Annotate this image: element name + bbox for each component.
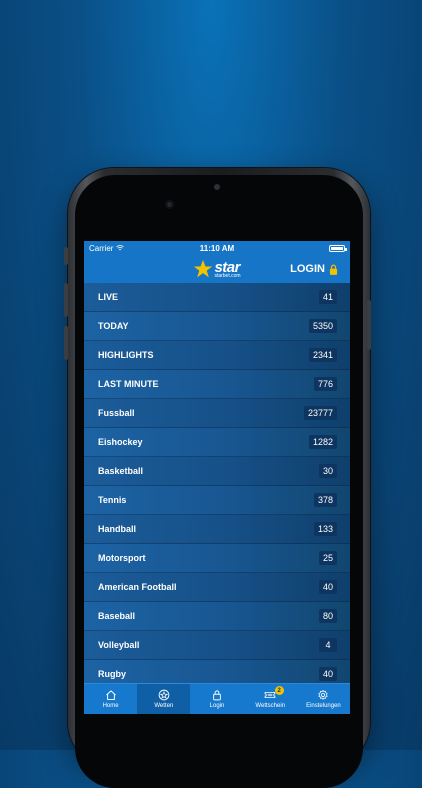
status-bar: Carrier 11:10 AM [84,241,350,255]
list-item-label: HIGHLIGHTS [98,350,154,360]
list-item[interactable]: Fussball 23777 [84,399,350,428]
lock-icon [329,264,338,275]
ticket-count-badge: 2 [274,686,284,695]
tab-label: Einstelungen [306,703,341,709]
logo-domain: starbet.com [214,272,241,279]
list-item-label: Motorsport [98,553,146,563]
count-badge: 80 [318,609,337,623]
list-item[interactable]: Volleyball 4 [84,631,350,660]
list-item[interactable]: Motorsport 25 [84,544,350,573]
sports-list: LIVE 41 TODAY 5350 HIGHLIGHTS 2341 LAST MIN… [84,283,350,689]
list-item[interactable]: Eishockey 1282 [84,428,350,457]
front-camera [165,200,174,209]
count-badge: 23777 [303,406,337,420]
battery-icon [329,244,347,252]
login-label: LOGIN [290,263,325,275]
list-item-label: American Football [98,582,177,592]
tab-label: Home [102,703,119,709]
lock-icon [213,690,221,701]
starbet-logo[interactable]: star starbet.com [193,259,241,279]
count-badge: 40 [318,667,337,681]
list-item[interactable]: Basketball 30 [84,457,350,486]
count-badge: 5350 [308,319,337,333]
volume-up-button [64,283,68,317]
list-item[interactable]: LIVE 41 [84,283,350,312]
list-item-label: TODAY [98,321,129,331]
list-item-label: Basketball [98,466,144,476]
home-icon [105,690,116,700]
status-time: 11:10 AM [199,243,235,253]
power-button [367,300,371,350]
list-item[interactable]: American Football 40 [84,573,350,602]
list-item[interactable]: HIGHLIGHTS 2341 [84,341,350,370]
count-badge: 2341 [308,348,337,362]
tab-wettschein[interactable]: 2 Wettschein [244,684,297,714]
list-item[interactable]: Tennis 378 [84,486,350,515]
app-screen: Carrier 11:10 AM star starbet.com LOGIN [84,241,350,714]
tab-login[interactable]: Login [190,684,243,714]
list-item-label: LIVE [98,292,119,302]
star-circle-icon [158,689,170,701]
proximity-sensor [214,184,220,190]
volume-down-button [64,326,68,360]
count-badge: 1282 [308,435,337,449]
count-badge: 41 [318,290,337,304]
tab-home[interactable]: Home [84,684,137,714]
list-item[interactable]: Handball 133 [84,515,350,544]
gear-icon [318,689,328,700]
count-badge: 776 [313,377,337,391]
tab-label: Wettschein [255,703,285,709]
mute-switch [64,247,68,265]
app-header: star starbet.com LOGIN [84,255,350,283]
count-badge: 25 [318,551,337,565]
list-item-label: Rugby [98,669,126,679]
list-item-label: Baseball [98,611,136,621]
list-item-label: LAST MINUTE [98,379,159,389]
list-item-label: Volleyball [98,640,140,650]
list-item-label: Tennis [98,495,127,505]
list-item-label: Handball [98,524,137,534]
count-badge: 4 [319,638,337,652]
tab-einstelungen[interactable]: Einstelungen [297,684,350,714]
count-badge: 133 [313,522,337,536]
tab-wetten[interactable]: Wetten [137,684,191,714]
tab-bar: Home Wetten Login 2 Wettschein Einstelun… [84,683,350,714]
tab-label: Wetten [154,703,174,709]
count-badge: 30 [318,464,337,478]
tab-label: Login [209,703,225,709]
login-button[interactable]: LOGIN [290,255,338,283]
count-badge: 378 [313,493,337,507]
list-item[interactable]: TODAY 5350 [84,312,350,341]
star-logo-icon [194,259,213,278]
list-item-label: Eishockey [98,437,143,447]
list-item[interactable]: Baseball 80 [84,602,350,631]
list-item-label: Fussball [98,408,135,418]
list-item[interactable]: LAST MINUTE 776 [84,370,350,399]
count-badge: 40 [318,580,337,594]
